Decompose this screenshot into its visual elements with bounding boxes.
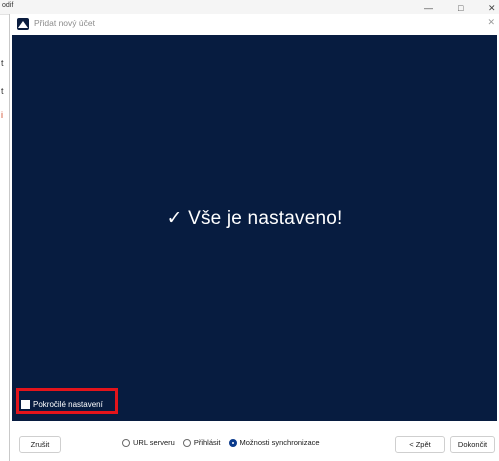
background-app-text: odif [2, 2, 14, 9]
close-icon[interactable]: ✕ [488, 3, 496, 14]
cancel-button[interactable]: Zrušit [19, 436, 61, 453]
step-server-url[interactable]: URL serveru [122, 438, 175, 447]
wizard-steps: URL serveru Přihlásit Možnosti synchroni… [122, 438, 320, 447]
cloud-app-icon [17, 18, 29, 30]
background-app-fragment: t [1, 86, 4, 96]
finish-button[interactable]: Dokončit [450, 436, 495, 453]
setup-complete-panel: ✓ Vše je nastaveno! Pokročilé nastavení [12, 35, 497, 421]
step-sync-options[interactable]: Možnosti synchronizace [228, 438, 320, 447]
radio-icon[interactable] [122, 438, 130, 447]
radio-icon[interactable] [182, 438, 191, 447]
advanced-settings-label: Pokročilé nastavení [33, 400, 103, 409]
dialog-title: Přidat nový účet [34, 18, 95, 28]
add-account-dialog: Přidat nový účet ✕ ✓ Vše je nastaveno! P… [10, 14, 499, 461]
advanced-settings-checkbox[interactable]: Pokročilé nastavení [21, 400, 103, 409]
step-label: Možnosti synchronizace [239, 438, 320, 447]
maximize-icon[interactable]: □ [458, 3, 463, 13]
dialog-close-icon[interactable]: ✕ [487, 17, 495, 28]
step-label: Přihlásit [193, 438, 221, 447]
radio-selected-icon[interactable] [228, 438, 237, 447]
back-button[interactable]: < Zpět [395, 436, 445, 453]
wizard-footer: Zrušit URL serveru Přihlásit Možnosti sy… [10, 422, 499, 461]
dialog-titlebar: Přidat nový účet ✕ [10, 14, 499, 34]
setup-complete-message: ✓ Vše je nastaveno! [166, 208, 343, 229]
step-login[interactable]: Přihlásit [182, 438, 221, 447]
step-label: URL serveru [133, 438, 175, 447]
checkbox-icon[interactable] [21, 400, 30, 409]
background-app-fragment: t [1, 58, 4, 68]
background-app-fragment: i [1, 110, 3, 120]
minimize-icon[interactable]: — [424, 3, 433, 13]
